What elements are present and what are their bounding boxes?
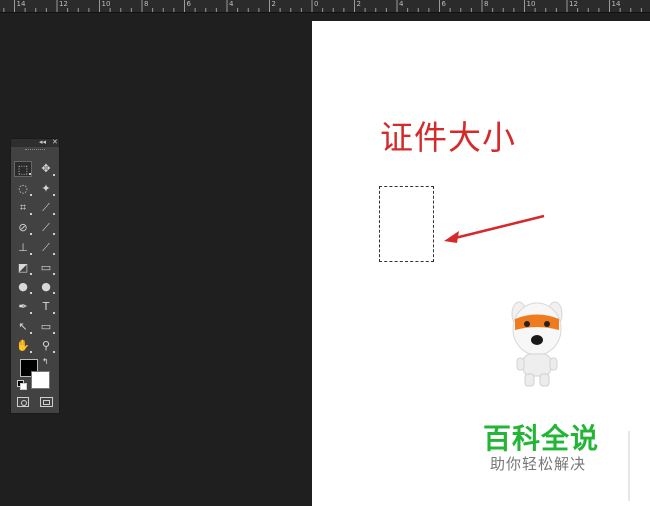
magic-wand-tool-icon[interactable]: ✦	[37, 181, 55, 197]
ruler-label: 4	[229, 0, 234, 8]
eraser-tool-icon[interactable]: ◩	[14, 260, 32, 276]
ruler-label: 2	[356, 0, 361, 8]
rectangle-tool-icon[interactable]: ▭	[37, 319, 55, 335]
gradient-tool-icon[interactable]: ▭	[37, 260, 55, 276]
horizontal-ruler[interactable]	[0, 0, 650, 13]
ruler-label: 8	[484, 0, 489, 8]
ruler-label: 10	[526, 0, 536, 8]
mascot-dog-icon	[511, 301, 563, 387]
ruler-label: 14	[611, 0, 621, 8]
blur-tool-icon[interactable]: ●	[14, 279, 32, 295]
ruler-label: 6	[186, 0, 191, 8]
hand-tool-icon[interactable]: ✋	[14, 338, 32, 354]
ruler-label: 10	[101, 0, 111, 8]
pen-tool-icon[interactable]: ✒	[14, 299, 32, 315]
close-panel-button[interactable]: ✕	[52, 138, 58, 146]
ruler-label: 12	[59, 0, 68, 8]
rectangular-selection[interactable]	[379, 186, 434, 262]
document-canvas[interactable]: 证件大小 百科全说 助你轻松解决	[312, 21, 650, 506]
canvas-edge-mark	[628, 431, 630, 501]
ruler-ticks	[3, 0, 642, 12]
tools-panel-grip[interactable]	[11, 147, 59, 153]
ruler-label: 12	[569, 0, 578, 8]
quick-mask-icon[interactable]	[17, 397, 29, 407]
brand-tagline: 助你轻松解决	[490, 455, 587, 473]
default-colors-icon[interactable]	[17, 380, 27, 390]
brand-name: 百科全说	[483, 422, 600, 455]
ruler-label: 6	[441, 0, 446, 8]
collapse-panel-button[interactable]: ◂◂	[39, 138, 46, 146]
dodge-tool-icon[interactable]: ●	[37, 279, 55, 295]
path-selection-tool-icon[interactable]: ↖	[14, 319, 32, 335]
ruler-label: 14	[16, 0, 26, 8]
ruler-label: 8	[144, 0, 149, 8]
ruler-label: 4	[399, 0, 404, 8]
ruler-label: 0	[314, 0, 319, 8]
canvas-title-text: 证件大小	[380, 118, 516, 157]
brush-tool-icon[interactable]: ⟋	[37, 220, 55, 236]
history-brush-tool-icon[interactable]: ⟋	[37, 240, 55, 256]
crop-tool-icon[interactable]: ⌗	[14, 200, 32, 216]
move-tool-icon[interactable]: ✥	[37, 161, 55, 177]
eyedropper-tool-icon[interactable]: ⟋	[37, 200, 55, 216]
marquee-tool-icon[interactable]: ⬚	[14, 161, 32, 177]
screen-mode-icon[interactable]	[40, 397, 53, 407]
zoom-tool-icon[interactable]: ⚲	[37, 338, 55, 354]
type-tool-icon[interactable]: T	[37, 299, 55, 315]
clone-stamp-tool-icon[interactable]: ⊥	[14, 240, 32, 256]
healing-brush-tool-icon[interactable]: ⊘	[14, 220, 32, 236]
background-color-swatch[interactable]	[31, 371, 50, 389]
lasso-tool-icon[interactable]: ◌	[14, 181, 32, 197]
tools-panel-titlebar[interactable]: ◂◂ ✕	[11, 138, 59, 147]
red-arrow-annotation	[444, 214, 545, 243]
swap-colors-icon[interactable]: ↰	[42, 357, 49, 366]
ruler-label: 2	[271, 0, 276, 8]
tools-panel[interactable]: ◂◂ ✕ ⬚ ✥ ◌ ✦ ⌗ ⟋ ⊘ ⟋ ⊥ ⟋ ◩ ▭ ● ● ✒ T ↖ ▭ ✋ ⚲ ↰	[10, 138, 60, 414]
